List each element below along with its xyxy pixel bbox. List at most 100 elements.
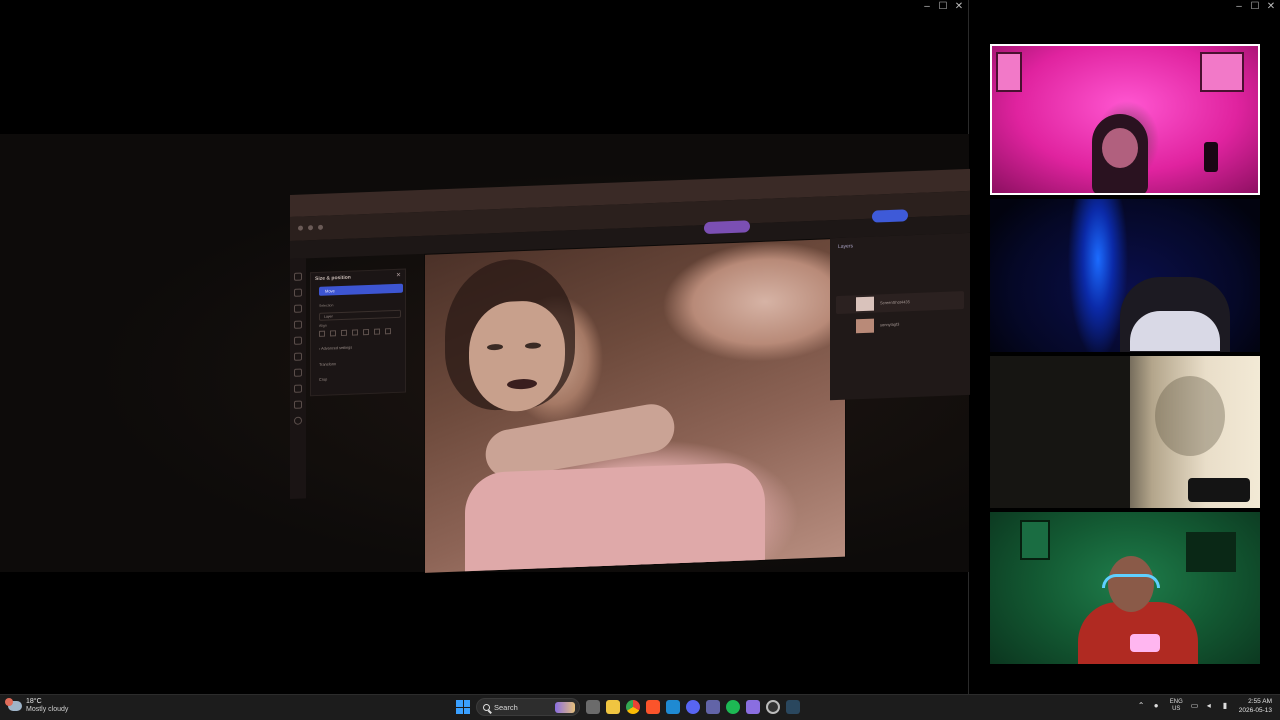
- forward-icon: [308, 225, 313, 231]
- selection-label: Selection: [319, 303, 334, 308]
- battery-icon[interactable]: ▮: [1223, 702, 1231, 710]
- panel-title: Size & position: [315, 274, 351, 283]
- chrome-icon[interactable]: [626, 700, 640, 714]
- chair: [1188, 478, 1250, 502]
- headphones-icon: [1102, 574, 1160, 588]
- search-placeholder: Search: [494, 702, 518, 712]
- crop-item[interactable]: Crop: [319, 378, 327, 382]
- participant-tile-2[interactable]: [990, 199, 1260, 352]
- network-icon[interactable]: ▭: [1191, 702, 1199, 710]
- participant-tile-3[interactable]: [990, 356, 1260, 508]
- text-tool-icon[interactable]: [294, 368, 302, 377]
- brush-tool-icon[interactable]: [294, 320, 302, 329]
- shape-tool-icon[interactable]: [294, 352, 302, 361]
- wall-frame: [1200, 52, 1244, 92]
- taskbar: 18°C Mostly cloudy Search ⌃ ● ENG US ▭ ◂…: [0, 694, 1280, 720]
- close-button[interactable]: ✕: [1266, 2, 1276, 12]
- filmed-monitor: Size & position ✕ Move Selection Layer A…: [290, 168, 970, 575]
- main-video-window: – ☐ ✕ Size & position ✕ Move Selection L…: [0, 0, 970, 694]
- layers-panel: Layers ScreenShot4435 sonnylagf3: [830, 232, 970, 401]
- weather-widget[interactable]: 18°C Mostly cloudy: [5, 698, 69, 714]
- participant-tile-4[interactable]: [990, 512, 1260, 664]
- move-tool-icon[interactable]: [294, 272, 302, 281]
- language-code: ENG: [1169, 699, 1183, 705]
- participant-shirt: [1130, 311, 1220, 351]
- volume-icon[interactable]: ◂: [1207, 702, 1215, 710]
- advanced-settings-toggle[interactable]: › Advanced settings: [319, 346, 352, 351]
- upgrade-button[interactable]: [704, 220, 750, 235]
- layer-row[interactable]: sonnylagf3: [836, 313, 964, 336]
- download-button[interactable]: [872, 209, 908, 223]
- spotify-icon[interactable]: [726, 700, 740, 714]
- layer-thumbnail: [856, 296, 874, 312]
- clock-date: 2026-05-13: [1238, 707, 1272, 714]
- layer-select[interactable]: Layer: [319, 309, 401, 321]
- align-label: Align: [319, 323, 327, 328]
- align-center-icon[interactable]: [330, 330, 336, 337]
- align-middle-icon[interactable]: [363, 328, 369, 336]
- size-position-panel: Size & position ✕ Move Selection Layer A…: [310, 268, 406, 397]
- pen-tool-icon[interactable]: [294, 400, 302, 409]
- layer-row[interactable]: ScreenShot4435: [836, 291, 964, 315]
- canvas-image[interactable]: [425, 238, 845, 573]
- microphone-icon[interactable]: ●: [1154, 702, 1162, 710]
- dark-area: [990, 356, 1130, 508]
- minimize-button[interactable]: –: [922, 2, 932, 12]
- steam-icon[interactable]: [786, 700, 800, 714]
- align-icons: [319, 328, 391, 337]
- layer-name: ScreenShot4435: [880, 299, 910, 306]
- layers-title: Layers: [838, 243, 854, 250]
- wall-shadow: [1155, 376, 1225, 456]
- teams-icon[interactable]: [706, 700, 720, 714]
- maximize-button[interactable]: ☐: [1250, 2, 1260, 12]
- transform-item[interactable]: Transform: [319, 362, 336, 367]
- crop-tool-icon[interactable]: [294, 304, 302, 313]
- layer-name: sonnylagf3: [880, 321, 900, 328]
- discord-icon[interactable]: [686, 700, 700, 714]
- app-icon[interactable]: [746, 700, 760, 714]
- eraser-tool-icon[interactable]: [294, 336, 302, 345]
- circle-tool-icon[interactable]: [294, 416, 302, 425]
- align-top-icon[interactable]: [352, 329, 358, 336]
- select-tool-icon[interactable]: [294, 288, 302, 297]
- background-monitor: [1186, 532, 1236, 572]
- maximize-button[interactable]: ☐: [938, 2, 948, 12]
- panel-close-icon[interactable]: ✕: [396, 272, 401, 279]
- vscode-icon[interactable]: [666, 700, 680, 714]
- brave-icon[interactable]: [646, 700, 660, 714]
- image-pillow: [465, 461, 765, 572]
- align-bottom-icon[interactable]: [374, 328, 380, 335]
- system-tray: ⌃ ● ENG US ▭ ◂ ▮ 2:55 AM 2026-05-13: [1138, 697, 1272, 715]
- move-button[interactable]: Move: [319, 283, 403, 296]
- align-left-icon[interactable]: [319, 330, 325, 337]
- align-right-icon[interactable]: [341, 329, 347, 337]
- start-button[interactable]: [456, 700, 470, 714]
- participant-tile-1[interactable]: [990, 44, 1260, 195]
- weather-condition: Mostly cloudy: [26, 706, 69, 713]
- wall-frame: [1020, 520, 1050, 560]
- fill-tool-icon[interactable]: [294, 384, 302, 393]
- task-view-icon[interactable]: [586, 700, 600, 714]
- minimize-button[interactable]: –: [1234, 2, 1244, 12]
- taskbar-center: Search: [456, 698, 800, 716]
- wall-frame: [996, 52, 1022, 92]
- clock[interactable]: 2:55 AM 2026-05-13: [1239, 697, 1272, 715]
- layer-thumbnail: [856, 318, 874, 334]
- participants-window: – ☐ ✕: [970, 0, 1280, 694]
- participant-face: [1102, 128, 1138, 168]
- distribute-icon[interactable]: [385, 328, 391, 335]
- close-button[interactable]: ✕: [954, 2, 964, 12]
- obs-icon[interactable]: [766, 700, 780, 714]
- file-explorer-icon[interactable]: [606, 700, 620, 714]
- search-highlight-icon: [555, 702, 575, 713]
- main-window-controls: – ☐ ✕: [922, 2, 964, 12]
- taskbar-search[interactable]: Search: [476, 698, 580, 716]
- refresh-icon: [318, 224, 323, 230]
- right-window-controls: – ☐ ✕: [1234, 2, 1276, 12]
- microphone: [1130, 634, 1160, 652]
- language-indicator[interactable]: ENG US: [1170, 699, 1183, 713]
- chevron-up-icon[interactable]: ⌃: [1138, 702, 1146, 710]
- search-icon: [483, 703, 490, 711]
- weather-temperature: 18°C: [26, 698, 42, 705]
- cloudy-weather-icon: [5, 698, 22, 711]
